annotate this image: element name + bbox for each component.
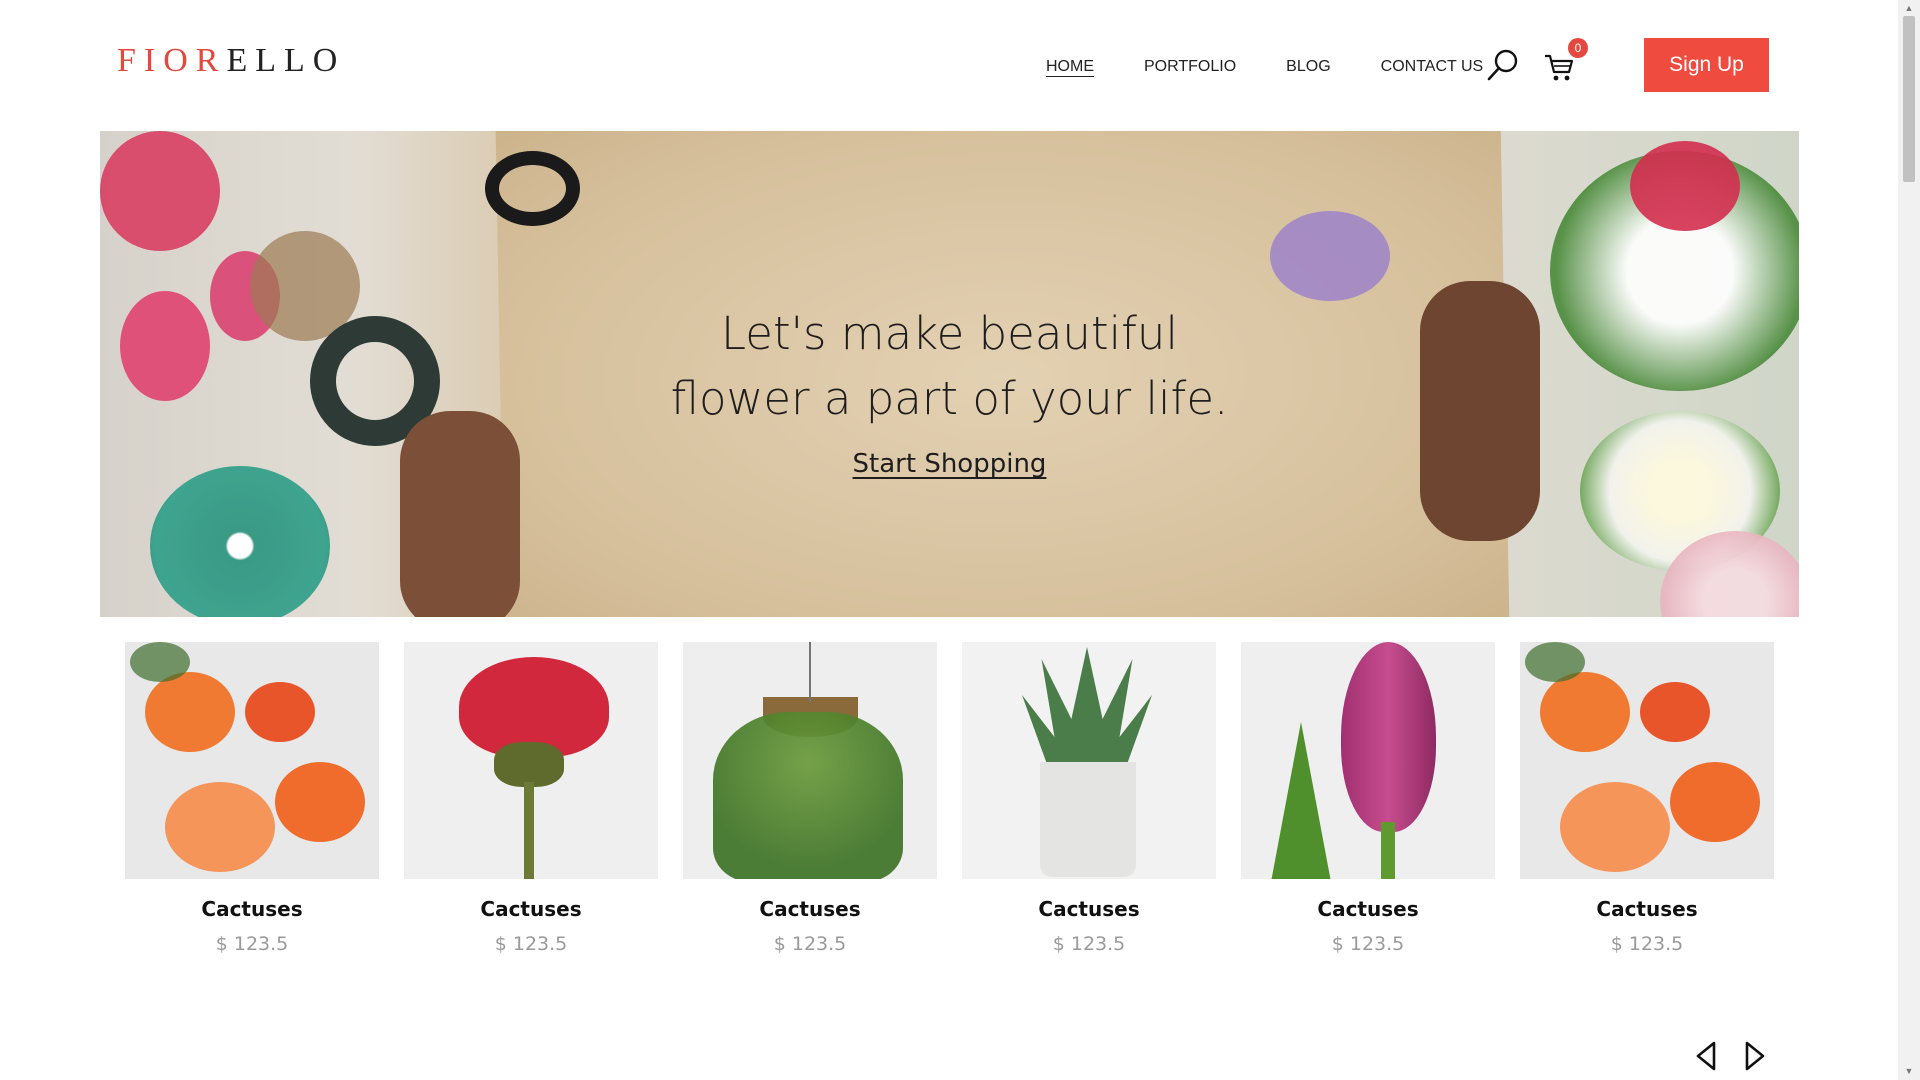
product-image-orange-roses [125,642,379,879]
product-image-pink-tulip [1241,642,1495,879]
product-carousel: Cactuses $ 123.5 Cactuses $ 123.5 Cactus… [125,642,1775,955]
ribbon-decoration [150,466,330,617]
hero-text-block: Let's make beautiful flower a part of yo… [100,301,1799,479]
product-price: $ 123.5 [1610,933,1684,955]
search-icon[interactable] [1486,48,1520,82]
cart-icon[interactable] [1544,52,1574,82]
logo-accent-text: FIOR [117,42,227,79]
hero-title-line-2: flower a part of your life. [670,372,1229,425]
nav-portfolio[interactable]: PORTFOLIO [1144,58,1236,76]
flower-decoration [1630,141,1740,231]
product-image-aloe-pot [962,642,1216,879]
product-image-red-rose [404,642,658,879]
site-header: FIORELLO HOME PORTFOLIO BLOG CONTACT US … [0,0,1898,130]
product-card[interactable]: Cactuses $ 123.5 [125,642,379,955]
product-card[interactable]: Cactuses $ 123.5 [962,642,1216,955]
product-name: Cactuses [759,897,861,921]
scrollbar-thumb[interactable] [1903,16,1915,182]
main-nav: HOME PORTFOLIO BLOG CONTACT US [1046,58,1533,76]
page-scrollbar[interactable]: ▲ ▼ [1898,0,1920,1080]
product-card[interactable]: Cactuses $ 123.5 [1241,642,1495,955]
product-price: $ 123.5 [773,933,847,955]
product-name: Cactuses [1038,897,1140,921]
hero-title-line-1: Let's make beautiful [721,307,1178,360]
product-price: $ 123.5 [215,933,289,955]
product-card[interactable]: Cactuses $ 123.5 [683,642,937,955]
cart-count-badge: 0 [1568,38,1588,58]
scissors-decoration [485,151,580,226]
flower-decoration [100,131,220,251]
nav-blog[interactable]: BLOG [1286,58,1330,76]
hero-banner: Let's make beautiful flower a part of yo… [100,131,1799,617]
product-price: $ 123.5 [1331,933,1405,955]
logo[interactable]: FIORELLO [117,42,345,80]
product-price: $ 123.5 [494,933,568,955]
product-name: Cactuses [1596,897,1698,921]
product-card[interactable]: Cactuses $ 123.5 [1520,642,1774,955]
logo-text: ELLO [226,42,346,79]
product-image-orange-roses [1520,642,1774,879]
nav-contact[interactable]: CONTACT US [1381,58,1484,76]
chevron-right-icon[interactable] [1743,1040,1767,1072]
flower-decoration [1270,211,1390,301]
scroll-up-arrow-icon[interactable]: ▲ [1904,3,1914,13]
product-name: Cactuses [1317,897,1419,921]
product-name: Cactuses [201,897,303,921]
signup-button[interactable]: Sign Up [1644,38,1769,92]
nav-home[interactable]: HOME [1046,58,1094,76]
chevron-left-icon[interactable] [1694,1040,1718,1072]
product-image-hanging-fern [683,642,937,879]
start-shopping-link[interactable]: Start Shopping [853,449,1047,479]
scroll-down-arrow-icon[interactable]: ▼ [1904,1066,1914,1076]
product-card[interactable]: Cactuses $ 123.5 [404,642,658,955]
product-name: Cactuses [480,897,582,921]
product-price: $ 123.5 [1052,933,1126,955]
